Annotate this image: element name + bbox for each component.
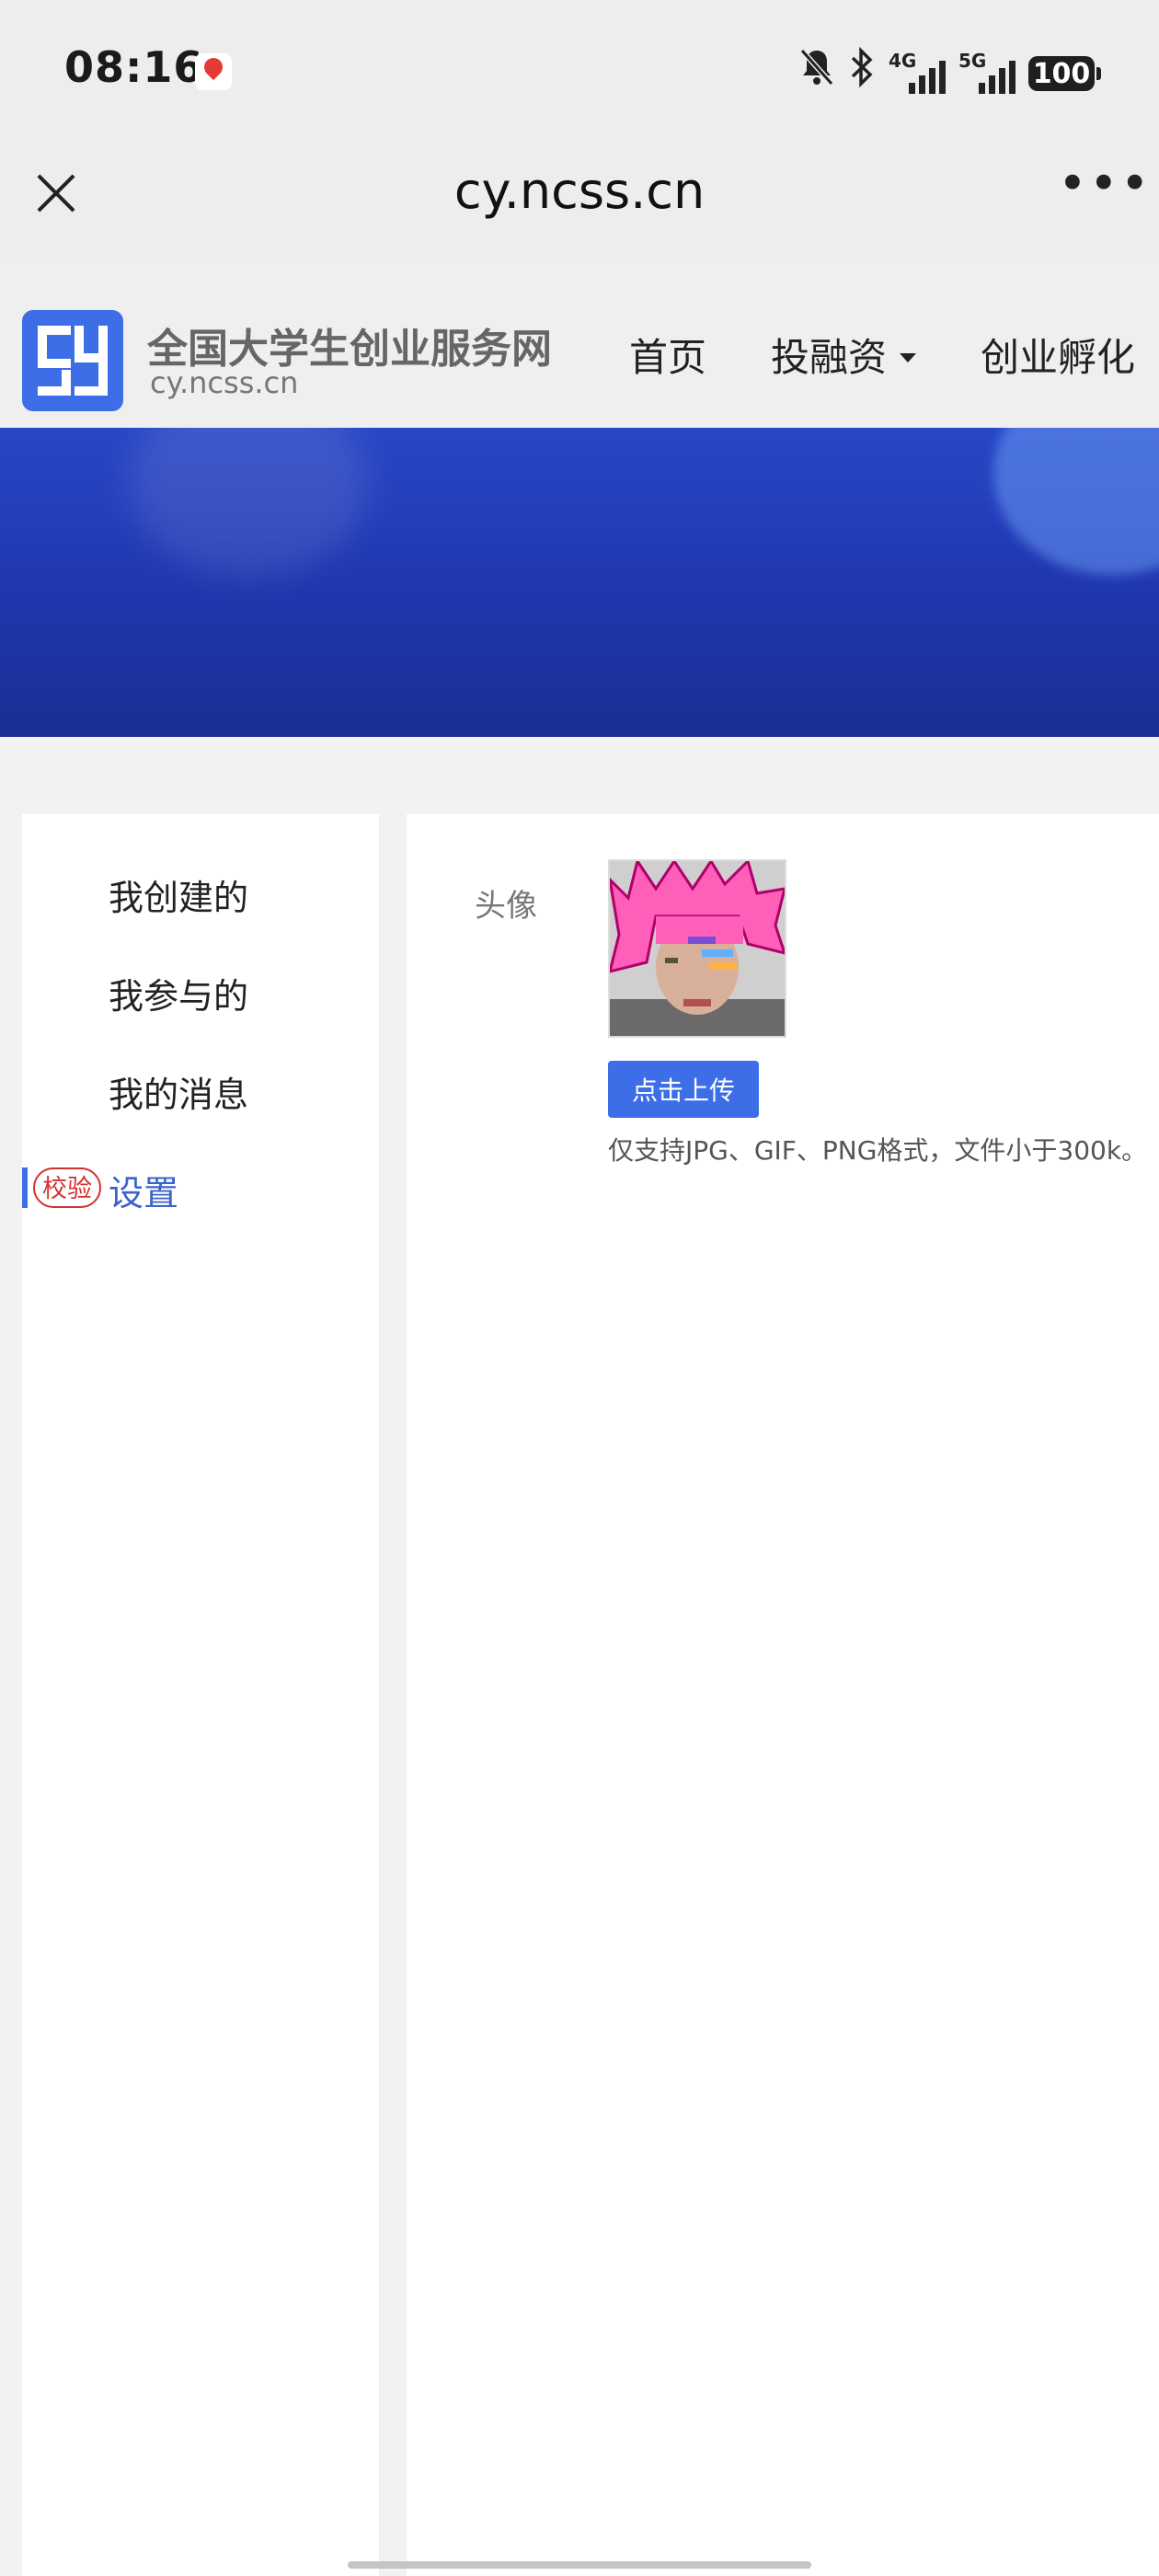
verify-badge: 校验 — [33, 1167, 101, 1208]
nav-item-investment[interactable]: 投融资 — [771, 327, 917, 383]
sidebar-item-created[interactable]: 我创建的 — [109, 869, 248, 920]
signal-4g-icon: 4G — [889, 50, 946, 94]
battery-icon: 100 — [1028, 56, 1101, 91]
bluetooth-icon — [848, 46, 876, 101]
upload-hint: 仅支持JPG、GIF、PNG格式，文件小于300k。 — [608, 1135, 1148, 1166]
status-bar: 08:16 4G 5G 100 — [0, 0, 1159, 138]
avatar — [608, 859, 786, 1038]
signal-5g-icon: 5G — [958, 50, 1016, 94]
nav-item-label: 创业孵化 — [981, 335, 1136, 380]
close-icon[interactable] — [28, 164, 86, 223]
site-domain: cy.ncss.cn — [150, 365, 299, 400]
nav-item-label: 首页 — [629, 335, 707, 380]
site-header: 全国大学生创业服务网 cy.ncss.cn 首页 投融资 创业孵化 — [0, 262, 1159, 428]
site-logo-icon[interactable] — [22, 310, 123, 411]
status-indicators: 4G 5G 100 — [798, 46, 1101, 101]
page-url: cy.ncss.cn — [453, 162, 706, 220]
active-indicator — [22, 1167, 28, 1208]
sidebar-item-settings[interactable]: 设置 — [109, 1165, 178, 1215]
chevron-down-icon — [900, 352, 917, 362]
user-sidebar: 我创建的 我参与的 我的消息 校验 设置 — [22, 814, 379, 2576]
nav-item-label: 投融资 — [771, 335, 888, 380]
browser-header: cy.ncss.cn ••• — [0, 138, 1159, 262]
status-time: 08:16 — [64, 42, 204, 92]
network-5g-label: 5G — [958, 50, 987, 72]
map-app-icon — [195, 53, 232, 90]
main-nav: 首页 投融资 创业孵化 — [629, 327, 1135, 383]
hero-banner — [0, 428, 1159, 737]
nav-item-incubation[interactable]: 创业孵化 — [981, 327, 1135, 383]
more-options-icon[interactable]: ••• — [1058, 159, 1150, 221]
bell-muted-icon — [798, 47, 835, 101]
avatar-label: 头像 — [475, 888, 537, 925]
sidebar-item-messages[interactable]: 我的消息 — [109, 1066, 248, 1117]
nav-item-home[interactable]: 首页 — [629, 327, 706, 383]
sidebar-item-participated[interactable]: 我参与的 — [109, 968, 248, 1018]
upload-avatar-button[interactable]: 点击上传 — [608, 1061, 759, 1118]
network-4g-label: 4G — [889, 50, 917, 72]
home-indicator[interactable] — [348, 2561, 811, 2569]
settings-panel: 头像 点击上传 仅支持JPG、GIF、PNG格式，文件小于300k。 — [407, 814, 1159, 2576]
